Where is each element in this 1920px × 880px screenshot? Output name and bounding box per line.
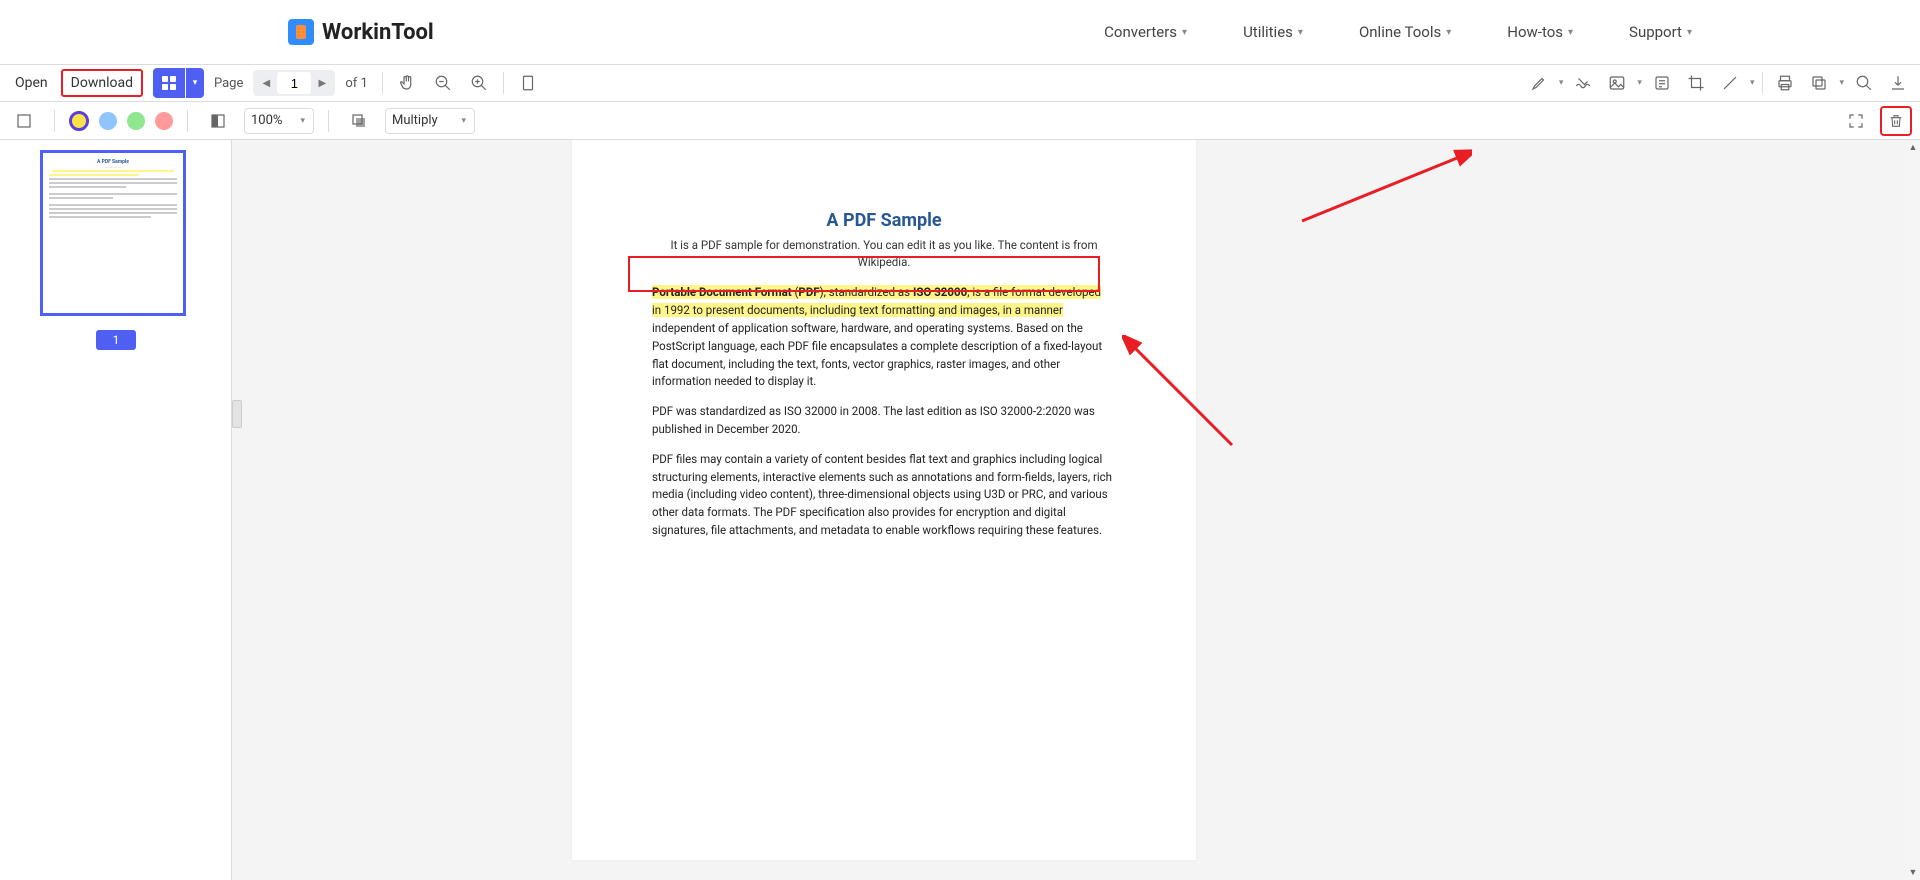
- chevron-down-icon: ▾: [461, 116, 466, 126]
- thumbnails-sidebar: A PDF Sample ---- ---- ---- ---- 1: [0, 140, 232, 880]
- crop-tool-button[interactable]: [1680, 68, 1712, 98]
- top-nav: Converters ▾ Utilities ▾ Online Tools ▾ How…: [1104, 23, 1872, 41]
- note-tool-button[interactable]: [1646, 68, 1678, 98]
- page-thumbnail[interactable]: A PDF Sample ---- ---- ---- ----: [40, 150, 186, 316]
- chevron-down-icon: ▾: [1687, 27, 1692, 38]
- delete-button[interactable]: [1880, 106, 1912, 136]
- line-dropdown[interactable]: ▾: [1750, 78, 1755, 88]
- color-swatch-yellow[interactable]: [69, 111, 89, 131]
- nav-converters[interactable]: Converters ▾: [1104, 23, 1187, 41]
- download-button[interactable]: Download: [61, 69, 143, 97]
- thumbnail-page-number: 1: [96, 330, 136, 350]
- thumbnails-dropdown[interactable]: ▾: [186, 68, 204, 98]
- fit-page-button[interactable]: [512, 68, 544, 98]
- opacity-button[interactable]: [202, 106, 234, 136]
- chevron-down-icon: ▾: [300, 116, 305, 126]
- nav-label: How-tos: [1507, 23, 1563, 41]
- zoom-select[interactable]: 100% ▾: [244, 108, 314, 134]
- site-header: WorkinTool Converters ▾ Utilities ▾ Online…: [0, 0, 1920, 64]
- overlay-mode-button[interactable]: [343, 106, 375, 136]
- highlight-tool-button[interactable]: [1523, 68, 1555, 98]
- zoom-out-button[interactable]: [427, 68, 459, 98]
- nav-online-tools[interactable]: Online Tools ▾: [1359, 23, 1451, 41]
- search-button[interactable]: [1848, 68, 1880, 98]
- doc-paragraph-2: PDF was standardized as ISO 32000 in 200…: [652, 403, 1116, 439]
- nav-utilities[interactable]: Utilities ▾: [1243, 23, 1303, 41]
- secondary-toolbar: 100% ▾ Multiply ▾: [0, 102, 1920, 140]
- thumbnails-button[interactable]: [153, 68, 185, 98]
- next-page-button[interactable]: ▶: [311, 72, 333, 94]
- nav-how-tos[interactable]: How-tos ▾: [1507, 23, 1573, 41]
- copy-button[interactable]: [1803, 68, 1835, 98]
- doc-title: A PDF Sample: [652, 210, 1116, 231]
- selection-rect-button[interactable]: [8, 106, 40, 136]
- doc-subtitle: It is a PDF sample for demonstration. Yo…: [652, 237, 1116, 270]
- separator: [1762, 72, 1763, 94]
- separator: [187, 110, 188, 132]
- page-total-label: of 1: [345, 76, 367, 91]
- scroll-up-button[interactable]: ▲: [1909, 142, 1918, 153]
- document-page: A PDF Sample It is a PDF sample for demo…: [572, 140, 1196, 860]
- print-button[interactable]: [1769, 68, 1801, 98]
- vertical-scrollbar[interactable]: ▲ ▼: [1906, 140, 1920, 880]
- chevron-down-icon: ▾: [1446, 27, 1451, 38]
- sidebar-splitter[interactable]: [232, 400, 242, 428]
- nav-label: Converters: [1104, 23, 1177, 41]
- hand-tool-button[interactable]: [391, 68, 423, 98]
- chevron-down-icon: ▾: [1298, 27, 1303, 38]
- nav-label: Utilities: [1243, 23, 1293, 41]
- separator: [328, 110, 329, 132]
- zoom-value: 100%: [251, 113, 282, 128]
- separator: [54, 110, 55, 132]
- brand-name: WorkinTool: [322, 20, 434, 45]
- image-tool-button[interactable]: [1601, 68, 1633, 98]
- annotation-arrow-2: [1292, 146, 1472, 226]
- blend-value: Multiply: [392, 113, 438, 128]
- save-download-button[interactable]: [1882, 68, 1914, 98]
- open-button[interactable]: Open: [6, 70, 57, 96]
- blend-mode-select[interactable]: Multiply ▾: [385, 108, 475, 134]
- fullscreen-button[interactable]: [1840, 106, 1872, 136]
- separator: [503, 72, 504, 94]
- squiggly-tool-button[interactable]: [1567, 68, 1599, 98]
- highlight-dropdown[interactable]: ▾: [1559, 78, 1564, 88]
- image-dropdown[interactable]: ▾: [1637, 78, 1642, 88]
- prev-page-button[interactable]: ◀: [255, 72, 277, 94]
- nav-support[interactable]: Support ▾: [1629, 23, 1692, 41]
- color-swatch-blue[interactable]: [99, 112, 117, 130]
- workspace: A PDF Sample ---- ---- ---- ---- 1 A PDF…: [0, 140, 1920, 880]
- nav-label: Support: [1629, 23, 1682, 41]
- nav-label: Online Tools: [1359, 23, 1441, 41]
- main-toolbar: Open Download ▾ Page ◀ ▶ of 1 ▾ ▾ ▾ ▾: [0, 64, 1920, 102]
- chevron-down-icon: ▾: [1568, 27, 1573, 38]
- line-tool-button[interactable]: [1714, 68, 1746, 98]
- color-swatch-red[interactable]: [155, 112, 173, 130]
- separator: [382, 72, 383, 94]
- page-navigator: ◀ ▶: [253, 70, 335, 96]
- brand-logo[interactable]: WorkinTool: [288, 19, 434, 45]
- doc-paragraph-1: Portable Document Format (PDF), standard…: [652, 284, 1116, 391]
- color-swatch-green[interactable]: [127, 112, 145, 130]
- doc-paragraph-3: PDF files may contain a variety of conte…: [652, 451, 1116, 540]
- brand-logo-icon: [288, 19, 314, 45]
- page-label: Page: [214, 76, 243, 91]
- page-input[interactable]: [277, 72, 311, 94]
- copy-dropdown[interactable]: ▾: [1839, 78, 1844, 88]
- scroll-down-button[interactable]: ▼: [1909, 867, 1918, 878]
- document-canvas[interactable]: A PDF Sample It is a PDF sample for demo…: [232, 140, 1920, 880]
- zoom-in-button[interactable]: [463, 68, 495, 98]
- chevron-down-icon: ▾: [1182, 27, 1187, 38]
